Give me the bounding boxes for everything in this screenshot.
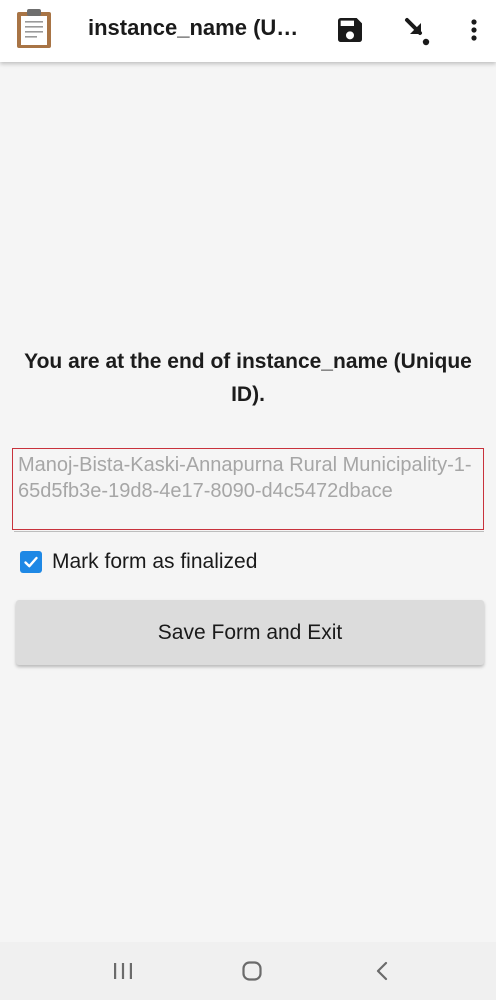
- form-end-screen: You are at the end of instance_name (Uni…: [0, 62, 496, 942]
- save-form-and-exit-button[interactable]: Save Form and Exit: [16, 600, 484, 665]
- instance-name-field[interactable]: Manoj-Bista-Kaski-Annapurna Rural Munici…: [12, 448, 484, 530]
- end-of-form-message: You are at the end of instance_name (Uni…: [24, 350, 472, 406]
- recent-apps-icon[interactable]: [108, 956, 138, 986]
- page-title: instance_name (Unique ID): [88, 15, 310, 40]
- back-icon[interactable]: [367, 956, 397, 986]
- more-vert-icon[interactable]: [452, 8, 496, 52]
- mark-finalized-label: Mark form as finalized: [52, 550, 258, 573]
- field-underline: [14, 531, 484, 532]
- clipboard-icon: [14, 7, 54, 49]
- home-icon[interactable]: [237, 956, 267, 986]
- save-icon[interactable]: [328, 8, 372, 52]
- mark-finalized-checkbox[interactable]: Mark form as finalized: [20, 549, 257, 575]
- app-bar: instance_name (Unique ID): [0, 0, 496, 62]
- checkbox-checked-icon[interactable]: [20, 551, 42, 573]
- go-to-prompt-icon[interactable]: [394, 8, 438, 52]
- system-nav-bar: [0, 942, 496, 1000]
